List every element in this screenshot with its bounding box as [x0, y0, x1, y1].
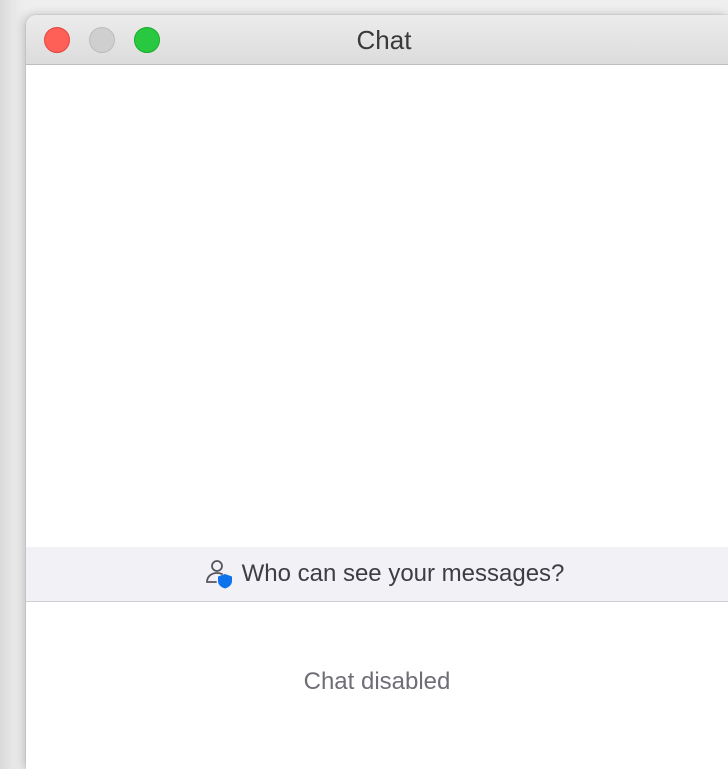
window-title: Chat [356, 25, 412, 55]
message-composer: Chat disabled [26, 602, 728, 769]
chat-disabled-label: Chat disabled [303, 668, 451, 695]
user-shield-icon [204, 558, 236, 590]
title-bar[interactable]: Chat [26, 15, 728, 65]
message-list[interactable] [26, 65, 728, 547]
privacy-notice-text: Who can see your messages? [241, 560, 565, 587]
desktop-background: Chat Who can see your messages? Chat dis… [0, 0, 728, 769]
chat-window: Chat Who can see your messages? Chat dis… [26, 15, 728, 769]
privacy-notice[interactable]: Who can see your messages? [26, 547, 728, 602]
